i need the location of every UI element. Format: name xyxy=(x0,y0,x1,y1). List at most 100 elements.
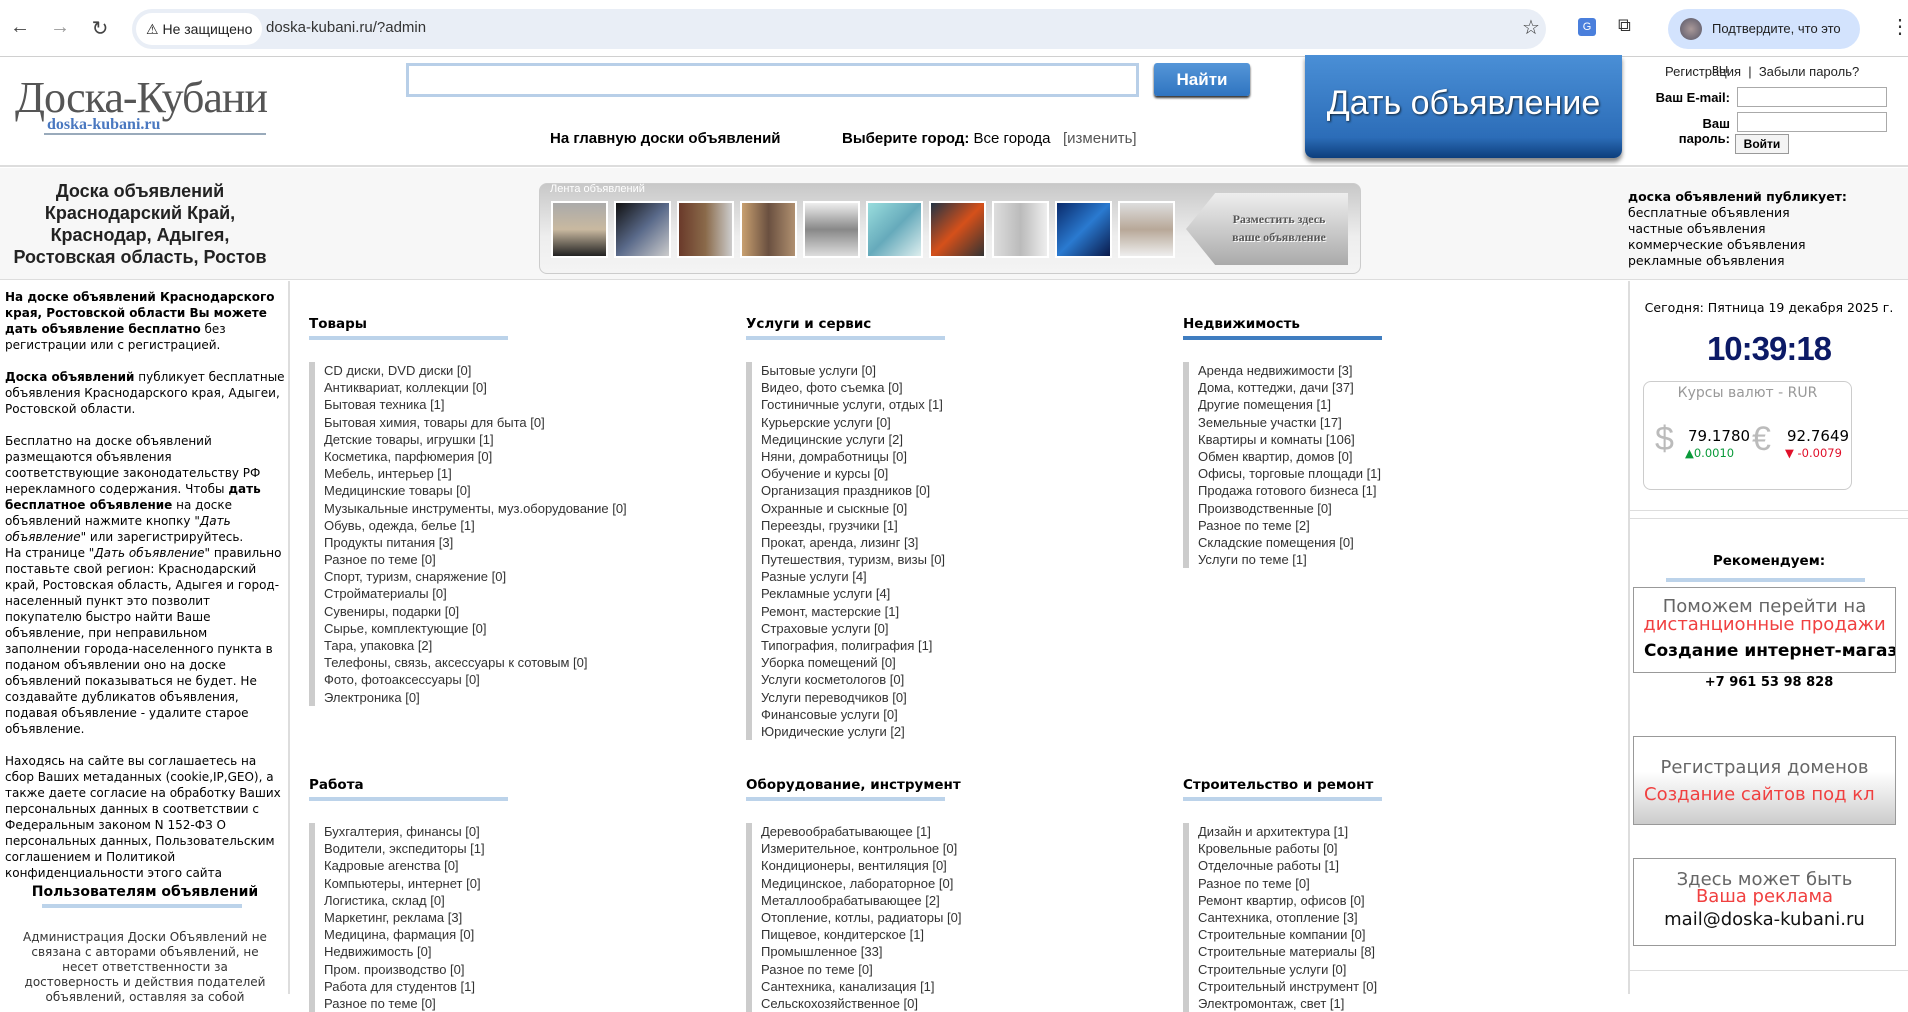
category-link[interactable]: Логистика, склад [0] xyxy=(309,891,729,909)
ad-thumbnail[interactable] xyxy=(614,201,671,258)
search-input[interactable] xyxy=(406,63,1139,97)
category-title[interactable]: Оборудование, инструмент xyxy=(746,777,1166,797)
ad-thumbnail[interactable] xyxy=(740,201,797,258)
category-link[interactable]: Дизайн и архитектура [1] xyxy=(1183,823,1603,841)
category-link[interactable]: CD диски, DVD диски [0] xyxy=(309,362,729,380)
ad-thumbnail[interactable] xyxy=(677,201,734,258)
kebab-menu-icon[interactable]: ⋮ xyxy=(1890,14,1908,39)
category-title[interactable]: Услуги и сервис xyxy=(746,316,1166,336)
category-link[interactable]: Маркетинг, реклама [3] xyxy=(309,908,729,927)
category-link[interactable]: Электромонтаж, свет [1] xyxy=(1183,994,1603,1012)
category-link[interactable]: Рекламные услуги [4] xyxy=(746,585,1166,603)
category-link[interactable]: Промышленное [33] xyxy=(746,943,1166,961)
extensions-icon[interactable]: ⧉ xyxy=(1618,15,1631,36)
category-link[interactable]: Прокат, аренда, лизинг [3] xyxy=(746,533,1166,552)
category-link[interactable]: Продажа готового бизнеса [1] xyxy=(1183,482,1603,500)
category-link[interactable]: Электроника [0] xyxy=(309,688,729,706)
category-link[interactable]: Услуги косметологов [0] xyxy=(746,671,1166,689)
category-link[interactable]: Гостиничные услуги, отдых [1] xyxy=(746,396,1166,414)
login-button[interactable]: Войти xyxy=(1735,134,1789,154)
category-link[interactable]: Разное по теме [0] xyxy=(309,551,729,569)
category-link[interactable]: Строительные услуги [0] xyxy=(1183,960,1603,978)
category-link[interactable]: Страховые услуги [0] xyxy=(746,619,1166,637)
category-link[interactable]: Финансовые услуги [0] xyxy=(746,705,1166,723)
category-link[interactable]: Сувениры, подарки [0] xyxy=(309,602,729,620)
post-ad-button[interactable]: Дать объявление xyxy=(1305,55,1622,158)
category-link[interactable]: Музыкальные инструменты, муз.оборудовани… xyxy=(309,499,729,517)
ad-domains[interactable]: Регистрация доменов Создание сайтов под … xyxy=(1633,736,1896,825)
category-link[interactable]: Разное по теме [0] xyxy=(1183,874,1603,892)
category-link[interactable]: Обмен квартир, домов [0] xyxy=(1183,447,1603,466)
category-link[interactable]: Дома, коттеджи, дачи [37] xyxy=(1183,379,1603,397)
email-field[interactable] xyxy=(1737,87,1887,107)
category-link[interactable]: Разные услуги [4] xyxy=(746,568,1166,586)
category-link[interactable]: Недвижимость [0] xyxy=(309,943,729,961)
ad-thumbnail[interactable] xyxy=(803,201,860,258)
category-link[interactable]: Путешествия, туризм, визы [0] xyxy=(746,551,1166,569)
category-link[interactable]: Кровельные работы [0] xyxy=(1183,840,1603,858)
category-link[interactable]: Фото, фотоаксессуары [0] xyxy=(309,671,729,689)
category-link[interactable]: Измерительное, контрольное [0] xyxy=(746,840,1166,858)
category-link[interactable]: Бухгалтерия, финансы [0] xyxy=(309,823,729,841)
category-link[interactable]: Сантехника, канализация [1] xyxy=(746,977,1166,995)
category-link[interactable]: Пром. производство [0] xyxy=(309,960,729,978)
url-text[interactable]: doska-kubani.ru/?admin xyxy=(266,19,426,36)
category-link[interactable]: Другие помещения [1] xyxy=(1183,396,1603,414)
ad-thumbnail[interactable] xyxy=(1055,201,1112,258)
category-link[interactable]: Сырье, комплектующие [0] xyxy=(309,619,729,637)
category-link[interactable]: Офисы, торговые площади [1] xyxy=(1183,465,1603,483)
security-chip[interactable]: ⚠ Не защищено xyxy=(136,13,263,45)
bookmark-star-icon[interactable]: ☆ xyxy=(1522,15,1540,40)
category-link[interactable]: Строительные материалы [8] xyxy=(1183,943,1603,961)
category-link[interactable]: Няни, домработницы [0] xyxy=(746,447,1166,466)
category-link[interactable]: Разное по теме [0] xyxy=(309,994,729,1012)
category-link[interactable]: Бытовая химия, товары для быта [0] xyxy=(309,413,729,431)
category-link[interactable]: Продукты питания [3] xyxy=(309,533,729,552)
category-link[interactable]: Медицинские товары [0] xyxy=(309,482,729,500)
ad-remote-sales[interactable]: Поможем перейти на дистанционные продажи… xyxy=(1633,587,1896,673)
category-link[interactable]: Компьютеры, интернет [0] xyxy=(309,874,729,892)
category-link[interactable]: Пищевое, кондитерское [1] xyxy=(746,926,1166,944)
category-link[interactable]: Обучение и курсы [0] xyxy=(746,465,1166,483)
register-link[interactable]: Регистрация xyxy=(1665,64,1741,79)
category-link[interactable]: Стройматериалы [0] xyxy=(309,585,729,603)
forward-button[interactable]: → xyxy=(48,16,72,39)
category-link[interactable]: Услуги по теме [1] xyxy=(1183,551,1603,569)
category-link[interactable]: Спорт, туризм, снаряжение [0] xyxy=(309,568,729,586)
ad-your-ad-here[interactable]: Здесь может быть Ваша реклама mail@doska… xyxy=(1633,858,1896,946)
category-link[interactable]: Складские помещения [0] xyxy=(1183,533,1603,552)
category-link[interactable]: Бытовая техника [1] xyxy=(309,396,729,414)
category-link[interactable]: Видео, фото съемка [0] xyxy=(746,379,1166,397)
category-link[interactable]: Антиквариат, коллекции [0] xyxy=(309,379,729,397)
category-title[interactable]: Товары xyxy=(309,316,729,336)
forgot-password-link[interactable]: Забыли пароль? xyxy=(1759,64,1859,79)
category-link[interactable]: Медицина, фармация [0] xyxy=(309,926,729,944)
category-link[interactable]: Сантехника, отопление [3] xyxy=(1183,908,1603,927)
reload-button[interactable]: ↻ xyxy=(88,16,112,41)
category-link[interactable]: Телефоны, связь, аксессуары к сотовым [0… xyxy=(309,654,729,672)
ad-thumbnail[interactable] xyxy=(551,201,608,258)
category-link[interactable]: Отделочные работы [1] xyxy=(1183,857,1603,875)
city-value[interactable]: Все города xyxy=(974,130,1051,147)
category-link[interactable]: Юридические услуги [2] xyxy=(746,722,1166,741)
category-link[interactable]: Земельные участки [17] xyxy=(1183,413,1603,431)
category-link[interactable]: Строительные компании [0] xyxy=(1183,926,1603,944)
category-link[interactable]: Обувь, одежда, белье [1] xyxy=(309,516,729,534)
category-title[interactable]: Недвижимость xyxy=(1183,316,1603,336)
category-link[interactable]: Переезды, грузчики [1] xyxy=(746,516,1166,534)
category-link[interactable]: Разное по теме [0] xyxy=(746,960,1166,978)
category-link[interactable]: Водители, экспедиторы [1] xyxy=(309,840,729,858)
category-link[interactable]: Производственные [0] xyxy=(1183,499,1603,517)
category-link[interactable]: Ремонт, мастерские [1] xyxy=(746,602,1166,620)
category-link[interactable]: Типография, полиграфия [1] xyxy=(746,637,1166,655)
category-link[interactable]: Отопление, котлы, радиаторы [0] xyxy=(746,908,1166,927)
category-link[interactable]: Охранные и сыскные [0] xyxy=(746,499,1166,517)
category-link[interactable]: Аренда недвижимости [3] xyxy=(1183,362,1603,380)
category-link[interactable]: Косметика, парфюмерия [0] xyxy=(309,447,729,466)
password-field[interactable] xyxy=(1737,112,1887,132)
home-link[interactable]: На главную доски объявлений xyxy=(550,130,781,147)
ad-thumbnail[interactable] xyxy=(929,201,986,258)
category-link[interactable]: Курьерские услуги [0] xyxy=(746,413,1166,431)
ad-thumbnail[interactable] xyxy=(866,201,923,258)
category-link[interactable]: Деревообрабатывающее [1] xyxy=(746,823,1166,841)
